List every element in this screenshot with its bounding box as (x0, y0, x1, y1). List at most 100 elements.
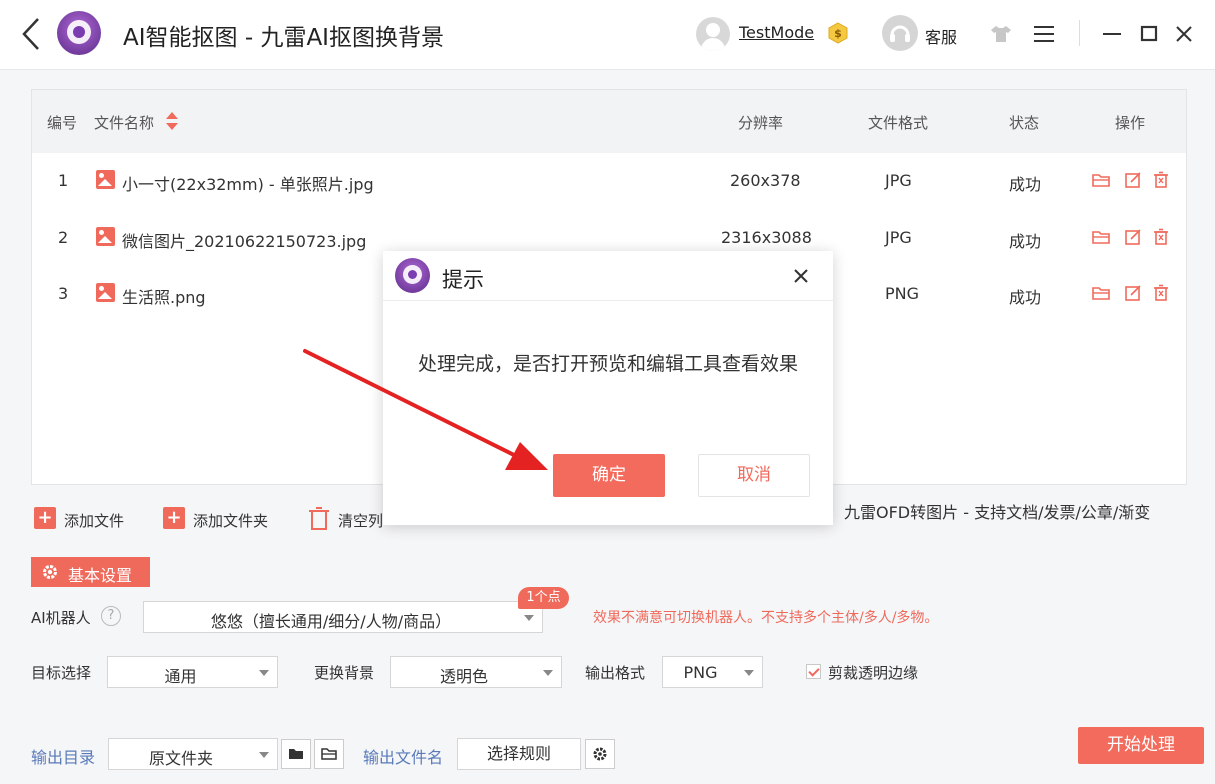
delete-icon[interactable] (1151, 170, 1171, 190)
header-actions: 操作 (1115, 114, 1146, 132)
browse-folder-button[interactable] (281, 739, 311, 769)
robot-select[interactable]: 悠悠（擅长通用/细分/人物/商品） (143, 601, 543, 633)
customer-service-icon[interactable] (882, 15, 918, 51)
header-resolution: 分辨率 (738, 114, 784, 132)
menu-icon[interactable] (1030, 20, 1058, 48)
row-format: JPG (885, 171, 912, 190)
app-title: AI智能抠图 - 九雷AI抠图换背景 (123, 25, 444, 51)
row-status: 成功 (1009, 232, 1042, 251)
image-file-icon (96, 283, 115, 302)
output-format-label: 输出格式 (585, 664, 646, 682)
open-folder-icon[interactable] (1091, 283, 1111, 303)
row-status: 成功 (1009, 288, 1042, 307)
start-processing-button[interactable]: 开始处理 (1078, 727, 1204, 764)
minimize-icon[interactable] (1098, 20, 1126, 48)
open-folder-icon[interactable] (1091, 227, 1111, 247)
user-avatar[interactable] (696, 17, 730, 51)
folder-icon (289, 749, 303, 759)
row-format: PNG (885, 284, 920, 303)
basic-settings-tab[interactable]: 基本设置 (31, 557, 150, 587)
target-label: 目标选择 (31, 664, 92, 682)
chevron-down-icon (259, 752, 269, 758)
prompt-dialog: 提示 处理完成，是否打开预览和编辑工具查看效果 确定 取消 (383, 251, 833, 525)
row-index: 2 (58, 228, 69, 247)
output-dir-select[interactable]: 原文件夹 (108, 738, 278, 770)
row-filename: 小一寸(22x32mm) - 单张照片.jpg (122, 175, 374, 194)
dialog-title: 提示 (442, 268, 484, 292)
delete-icon[interactable] (1151, 227, 1171, 247)
row-index: 1 (58, 171, 69, 190)
help-icon[interactable]: ? (101, 606, 121, 626)
vip-coin-icon: $ (828, 22, 848, 44)
table-row[interactable]: 1 小一寸(22x32mm) - 单张照片.jpg 260x378 JPG 成功 (32, 153, 1186, 209)
basic-settings-label: 基本设置 (68, 566, 133, 585)
ofd-promo-link[interactable]: 九雷OFD转图片 - 支持文档/发票/公章/渐变 (844, 499, 1150, 523)
image-file-icon (96, 170, 115, 189)
svg-text:$: $ (834, 27, 842, 40)
trash-icon (309, 507, 329, 530)
sort-icon[interactable] (165, 111, 179, 131)
dialog-app-logo (395, 258, 430, 293)
select-rule-button[interactable]: 选择规则 (457, 738, 581, 770)
customer-service-label[interactable]: 客服 (925, 24, 957, 48)
close-window-icon[interactable] (1170, 20, 1198, 48)
chevron-down-icon (543, 670, 553, 676)
username-link[interactable]: TestMode (739, 23, 814, 42)
header-format: 文件格式 (868, 114, 929, 132)
open-output-folder-button[interactable] (314, 739, 344, 769)
row-resolution: 260x378 (730, 171, 801, 190)
add-folder-icon: + (163, 507, 185, 529)
output-format-select[interactable]: PNG (662, 656, 763, 688)
row-status: 成功 (1009, 175, 1042, 194)
row-filename: 微信图片_20210622150723.jpg (122, 232, 367, 251)
target-select[interactable]: 通用 (107, 656, 278, 688)
open-folder-icon (321, 748, 337, 760)
add-folder-button[interactable]: + 添加文件夹 (163, 507, 293, 533)
edit-icon[interactable] (1123, 170, 1143, 190)
background-label: 更换背景 (314, 664, 375, 682)
background-select-value: 透明色 (439, 667, 488, 686)
header-status: 状态 (1009, 114, 1040, 132)
image-file-icon (96, 227, 115, 246)
gear-icon (43, 565, 57, 579)
dialog-header: 提示 (383, 251, 833, 301)
add-file-label: 添加文件 (64, 512, 125, 530)
close-icon[interactable] (790, 265, 812, 287)
cancel-button[interactable]: 取消 (698, 454, 810, 497)
open-folder-icon[interactable] (1091, 170, 1111, 190)
trim-edge-label[interactable]: 剪裁透明边缘 (828, 662, 918, 683)
chevron-down-icon (259, 670, 269, 676)
delete-icon[interactable] (1151, 283, 1171, 303)
robot-select-value: 悠悠（擅长通用/细分/人物/商品） (210, 612, 452, 631)
robot-label: AI机器人 (31, 609, 91, 627)
target-select-value: 通用 (164, 667, 197, 686)
title-bar: AI智能抠图 - 九雷AI抠图换背景 TestMode $ 客服 (0, 0, 1215, 70)
dialog-message: 处理完成，是否打开预览和编辑工具查看效果 (417, 353, 798, 375)
skin-shirt-icon[interactable] (987, 20, 1015, 48)
output-format-value: PNG (683, 663, 718, 682)
table-header: 编号 文件名称 分辨率 文件格式 状态 操作 (32, 90, 1186, 153)
robot-hint-text: 效果不满意可切换机器人。不支持多个主体/多人/多物。 (593, 610, 939, 626)
add-file-button[interactable]: + 添加文件 (34, 507, 144, 533)
row-filename: 生活照.png (122, 288, 206, 307)
output-dir-label: 输出目录 (31, 748, 96, 767)
row-index: 3 (58, 284, 69, 303)
edit-icon[interactable] (1123, 227, 1143, 247)
background-select[interactable]: 透明色 (390, 656, 562, 688)
points-badge: 1个点 (518, 587, 569, 609)
output-name-label: 输出文件名 (363, 748, 444, 767)
trim-edge-checkbox[interactable] (806, 664, 821, 679)
maximize-icon[interactable] (1135, 20, 1163, 48)
edit-icon[interactable] (1123, 283, 1143, 303)
header-filename[interactable]: 文件名称 (94, 112, 154, 133)
row-resolution: 2316x3088 (721, 228, 812, 247)
confirm-button[interactable]: 确定 (553, 454, 665, 497)
header-index: 编号 (47, 114, 78, 132)
rule-settings-button[interactable] (585, 739, 615, 769)
back-arrow-icon[interactable] (18, 16, 48, 52)
gear-icon (593, 747, 607, 761)
clear-list-label: 清空列 (338, 512, 384, 530)
chevron-down-icon (524, 615, 534, 621)
app-logo (57, 11, 101, 55)
row-format: JPG (885, 228, 912, 247)
